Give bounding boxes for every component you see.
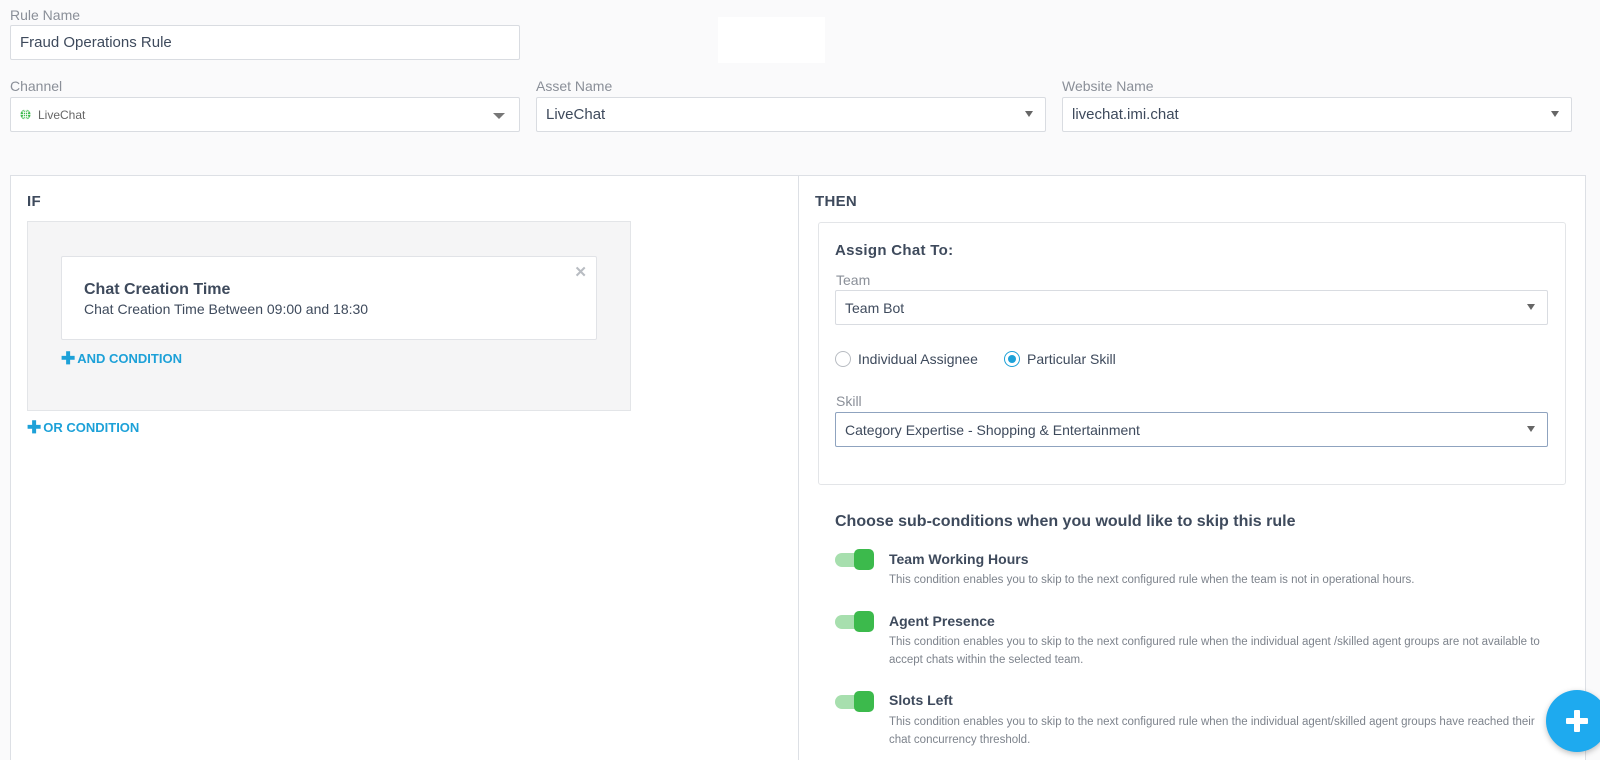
condition-card[interactable]: Chat Creation Time Chat Creation Time Be…: [61, 256, 597, 340]
rule-name-value: Fraud Operations Rule: [20, 34, 172, 51]
team-working-hours-description: This condition enables you to skip to th…: [889, 574, 1415, 586]
radio-individual-label: Individual Assignee: [858, 351, 978, 367]
slots-left-description: This condition enables you to skip to th…: [889, 716, 1535, 746]
toggle-team-working-hours[interactable]: [835, 549, 874, 571]
rule-name-label: Rule Name: [10, 7, 81, 23]
radio-on-icon: [1004, 351, 1020, 367]
slots-left-title: Slots Left: [889, 692, 953, 708]
blank-tile: [718, 17, 825, 63]
chevron-down-icon: [1551, 111, 1559, 117]
plus-icon: ✚: [61, 349, 76, 368]
agent-presence-title: Agent Presence: [889, 613, 995, 629]
condition-description: Chat Creation Time Between 09:00 and 18:…: [84, 301, 369, 317]
condition-title: Chat Creation Time: [84, 281, 231, 298]
assign-title: Assign Chat To:: [835, 242, 954, 259]
skill-label: Skill: [836, 393, 862, 409]
website-name-label: Website Name: [1062, 78, 1154, 94]
skill-value: Category Expertise - Shopping & Entertai…: [845, 421, 1140, 438]
agent-presence-description: This condition enables you to skip to th…: [889, 636, 1540, 666]
radio-skill-label: Particular Skill: [1027, 351, 1116, 367]
chevron-down-icon: [1527, 426, 1535, 432]
asset-name-select[interactable]: LiveChat: [536, 97, 1046, 132]
channel-value: LiveChat: [38, 107, 86, 122]
team-select[interactable]: Team Bot: [835, 290, 1548, 325]
asset-name-value: LiveChat: [546, 106, 606, 123]
sub-conditions-heading: Choose sub-conditions when you would lik…: [835, 513, 1296, 530]
channel-select[interactable]: LiveChat: [10, 97, 520, 132]
rule-name-input[interactable]: Fraud Operations Rule: [10, 25, 520, 60]
and-condition-label: AND CONDITION: [77, 351, 182, 366]
channel-label: Channel: [10, 78, 63, 94]
chevron-down-icon: [1025, 111, 1033, 117]
team-value: Team Bot: [845, 299, 905, 316]
plus-icon: ✚: [27, 418, 42, 437]
close-icon[interactable]: ✕: [574, 263, 587, 281]
and-condition-button[interactable]: ✚ AND CONDITION: [61, 350, 182, 367]
team-working-hours-title: Team Working Hours: [889, 551, 1029, 567]
globe-icon: [20, 109, 31, 120]
radio-particular-skill[interactable]: Particular Skill: [1004, 351, 1116, 367]
radio-off-icon: [835, 351, 851, 367]
or-condition-button[interactable]: ✚ OR CONDITION: [27, 419, 139, 436]
if-title: IF: [27, 193, 41, 210]
chevron-down-icon: [493, 113, 505, 119]
toggle-slots-left[interactable]: [835, 691, 874, 713]
website-name-select[interactable]: livechat.imi.chat: [1062, 97, 1572, 132]
chevron-down-icon: [1527, 304, 1535, 310]
or-condition-label: OR CONDITION: [43, 420, 140, 435]
add-fab-button[interactable]: [1546, 690, 1600, 752]
toggle-agent-presence[interactable]: [835, 611, 874, 633]
website-name-value: livechat.imi.chat: [1072, 106, 1179, 123]
asset-name-label: Asset Name: [536, 78, 613, 94]
then-title: THEN: [815, 193, 858, 210]
radio-individual-assignee[interactable]: Individual Assignee: [835, 351, 978, 367]
skill-select[interactable]: Category Expertise - Shopping & Entertai…: [835, 412, 1548, 447]
team-label: Team: [836, 272, 871, 288]
